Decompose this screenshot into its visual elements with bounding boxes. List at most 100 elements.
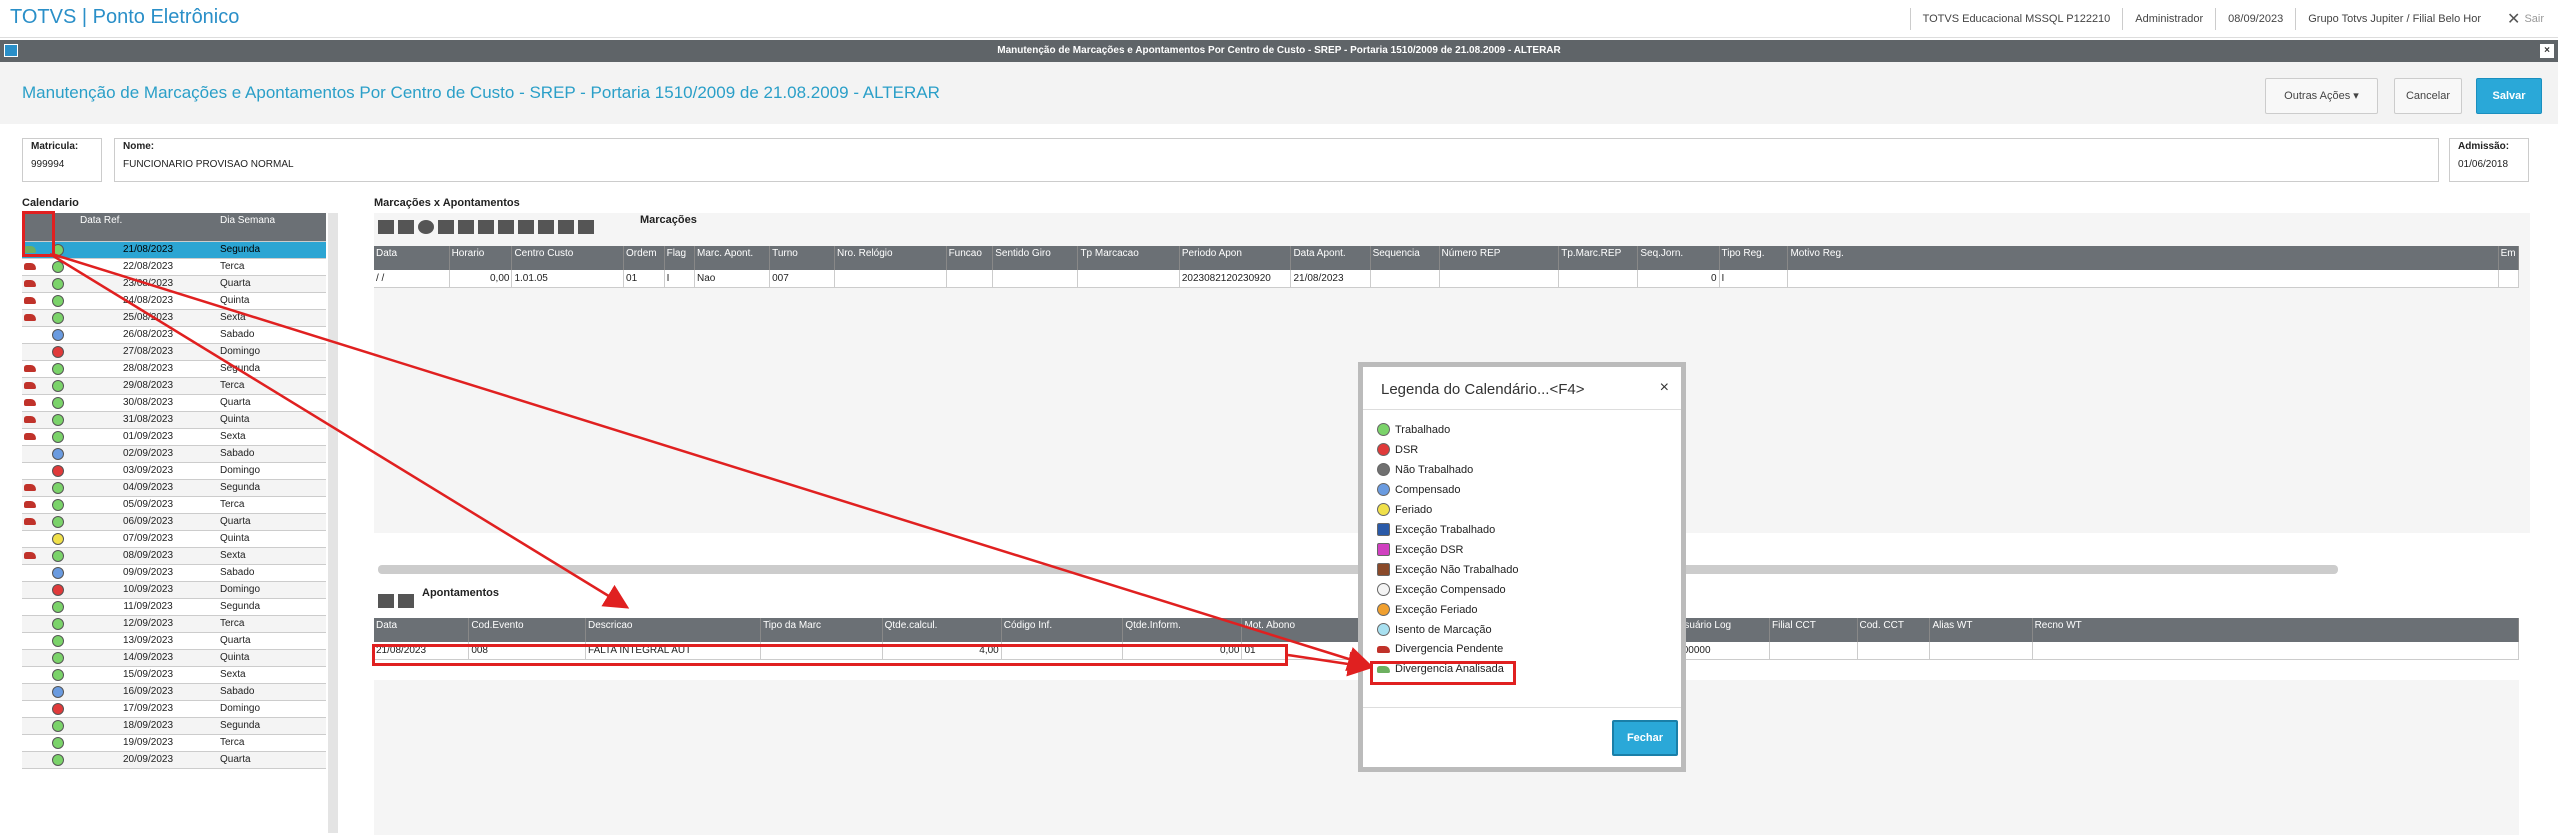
column-header[interactable]: Centro Custo [511, 246, 625, 270]
column-header[interactable]: Mot. Abono [1241, 618, 1360, 642]
column-header[interactable]: Recno WT [2032, 618, 2520, 642]
cal-weekday-cell[interactable]: Quarta [218, 632, 326, 650]
cal-date-cell[interactable]: 16/09/2023 [78, 683, 218, 701]
cal-weekday-cell[interactable]: Sabado [218, 445, 326, 463]
column-header[interactable]: Seq.Jorn. [1637, 246, 1720, 270]
cal-weekday-cell[interactable]: Sabado [218, 326, 326, 344]
cal-weekday-cell[interactable]: Sabado [218, 683, 326, 701]
cal-date-cell[interactable]: 13/09/2023 [78, 632, 218, 650]
column-header[interactable]: Código Inf. [1001, 618, 1124, 642]
column-header[interactable]: Tp.Marc.REP [1558, 246, 1639, 270]
cal-weekday-cell[interactable]: Terca [218, 734, 326, 752]
column-header[interactable]: Sentido Giro [992, 246, 1079, 270]
calendar-scrollbar[interactable] [328, 213, 338, 833]
calendar-row[interactable]: 03/09/2023 Domingo [22, 462, 326, 480]
column-header[interactable]: Tp Marcacao [1077, 246, 1180, 270]
calendar-row[interactable]: 07/09/2023 Quinta [22, 530, 326, 548]
column-header[interactable]: Tipo Reg. [1719, 246, 1789, 270]
table-cell[interactable] [946, 270, 994, 288]
tool-icon[interactable] [378, 594, 394, 608]
cal-date-cell[interactable]: 30/08/2023 [78, 394, 218, 412]
tool-icon[interactable] [518, 220, 534, 234]
close-button[interactable]: Fechar [1612, 720, 1678, 756]
tool-icon[interactable] [378, 220, 394, 234]
cal-weekday-cell[interactable]: Quinta [218, 411, 326, 429]
tool-icon[interactable] [538, 220, 554, 234]
logout-icon[interactable]: ✕ [2493, 9, 2524, 29]
column-header[interactable]: Nro. Relógio [834, 246, 947, 270]
cal-date-cell[interactable]: 11/09/2023 [78, 598, 218, 616]
column-header[interactable]: Sequencia [1370, 246, 1440, 270]
nome-field[interactable]: Nome: FUNCIONARIO PROVISAO NORMAL [114, 138, 2439, 182]
cal-weekday-cell[interactable]: Domingo [218, 343, 326, 361]
cal-date-cell[interactable]: 07/09/2023 [78, 530, 218, 548]
column-header[interactable]: Alias WT [1929, 618, 2033, 642]
cal-weekday-cell[interactable]: Segunda [218, 241, 326, 259]
calendar-row[interactable]: 06/09/2023 Quarta [22, 513, 326, 531]
column-header[interactable]: Funcao [946, 246, 994, 270]
admissao-field[interactable]: Admissão: 01/06/2018 [2449, 138, 2529, 182]
cal-date-cell[interactable]: 08/09/2023 [78, 547, 218, 565]
column-header[interactable]: Turno [769, 246, 835, 270]
calendar-row[interactable]: 13/09/2023 Quarta [22, 632, 326, 650]
column-header[interactable]: Marc. Apont. [694, 246, 771, 270]
cal-date-cell[interactable]: 22/08/2023 [78, 258, 218, 276]
calendar-row[interactable]: 25/08/2023 Sexta [22, 309, 326, 327]
calendar-row[interactable]: 19/09/2023 Terca [22, 734, 326, 752]
column-header[interactable]: Número REP [1439, 246, 1560, 270]
cal-date-cell[interactable]: 05/09/2023 [78, 496, 218, 514]
tool-icon[interactable] [498, 220, 514, 234]
cal-weekday-cell[interactable]: Sexta [218, 547, 326, 565]
table-cell[interactable] [1558, 270, 1639, 288]
table-cell[interactable]: 0 [1637, 270, 1720, 288]
calendar-row[interactable]: 15/09/2023 Sexta [22, 666, 326, 684]
column-header[interactable]: Data [374, 246, 450, 270]
tool-icon[interactable] [398, 594, 414, 608]
cal-date-cell[interactable]: 03/09/2023 [78, 462, 218, 480]
column-header[interactable]: Qtde.Inform. [1122, 618, 1243, 642]
close-icon[interactable]: × [1660, 379, 1669, 397]
table-cell[interactable]: I [1719, 270, 1789, 288]
cal-weekday-cell[interactable]: Segunda [218, 479, 326, 497]
cal-weekday-cell[interactable]: Terca [218, 615, 326, 633]
calendar-row[interactable]: 04/09/2023 Segunda [22, 479, 326, 497]
calendar-row[interactable]: 17/09/2023 Domingo [22, 700, 326, 718]
table-cell[interactable]: 21/08/2023 [1290, 270, 1371, 288]
cal-date-cell[interactable]: 20/09/2023 [78, 751, 218, 769]
cal-col-weekday[interactable]: Dia Semana [218, 213, 326, 242]
calendar-row[interactable]: 08/09/2023 Sexta [22, 547, 326, 565]
cal-date-cell[interactable]: 06/09/2023 [78, 513, 218, 531]
table-cell[interactable] [1439, 270, 1560, 288]
cal-weekday-cell[interactable]: Domingo [218, 462, 326, 480]
table-cell[interactable]: 01 [623, 270, 665, 288]
calendar-row[interactable]: 22/08/2023 Terca [22, 258, 326, 276]
table-cell[interactable] [1077, 270, 1180, 288]
tool-icon[interactable] [418, 220, 434, 234]
cal-col-date[interactable]: Data Ref. [78, 213, 218, 242]
cal-date-cell[interactable]: 10/09/2023 [78, 581, 218, 599]
column-header[interactable]: Qtde.calcul. [882, 618, 1002, 642]
table-cell[interactable] [1370, 270, 1440, 288]
marcacoes-grid[interactable]: Data Horario Centro Custo Ordem Flag Marc. Ap… [374, 246, 2520, 288]
tool-icon[interactable] [398, 220, 414, 234]
cal-date-cell[interactable]: 12/09/2023 [78, 615, 218, 633]
cal-date-cell[interactable]: 19/09/2023 [78, 734, 218, 752]
cal-weekday-cell[interactable]: Domingo [218, 581, 326, 599]
table-cell[interactable]: / / [374, 270, 450, 288]
calendar-row[interactable]: 30/08/2023 Quarta [22, 394, 326, 412]
cal-weekday-cell[interactable]: Terca [218, 377, 326, 395]
calendar-row[interactable]: 10/09/2023 Domingo [22, 581, 326, 599]
cal-weekday-cell[interactable]: Quarta [218, 394, 326, 412]
cal-weekday-cell[interactable]: Quarta [218, 275, 326, 293]
column-header[interactable]: Usuário Log [1674, 618, 1770, 642]
cancel-button[interactable]: Cancelar [2394, 78, 2462, 114]
cal-weekday-cell[interactable]: Quinta [218, 530, 326, 548]
tool-icon[interactable] [438, 220, 454, 234]
cal-date-cell[interactable]: 18/09/2023 [78, 717, 218, 735]
logout-link[interactable]: Sair [2524, 13, 2558, 25]
column-header[interactable]: Periodo Apon [1179, 246, 1292, 270]
cal-date-cell[interactable]: 27/08/2023 [78, 343, 218, 361]
table-cell[interactable] [2032, 642, 2520, 660]
column-header[interactable]: Filial CCT [1769, 618, 1858, 642]
column-header[interactable]: Descricao [585, 618, 762, 642]
